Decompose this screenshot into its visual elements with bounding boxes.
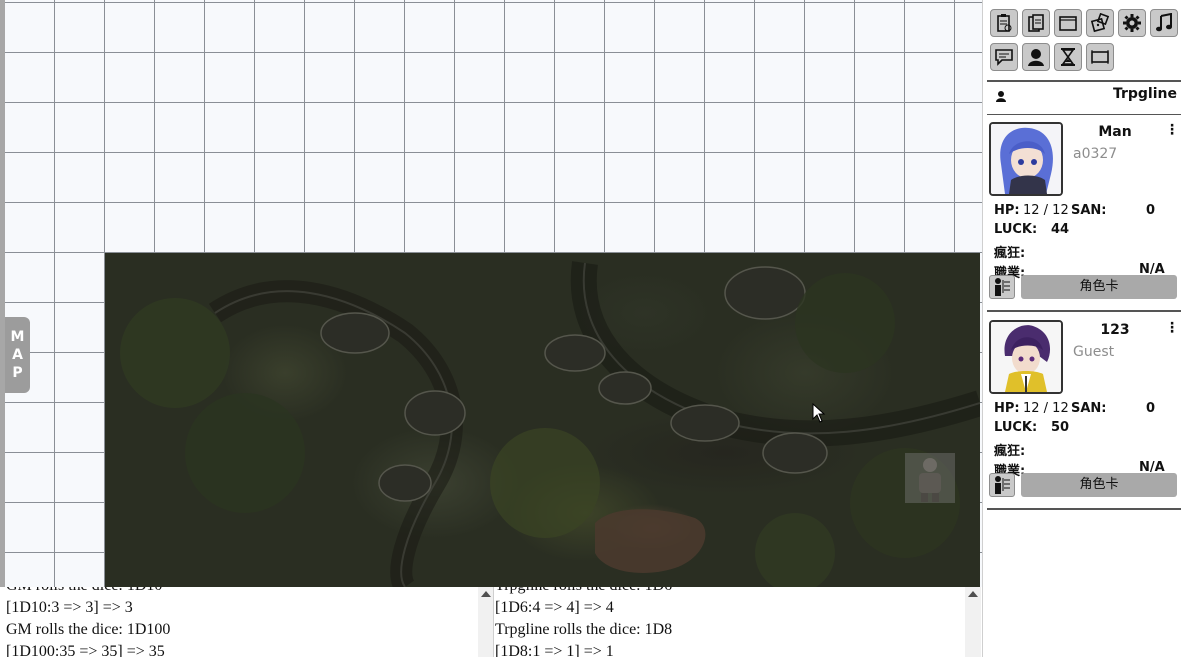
side-panel: Trpgline Man ⋮ a0327 HP: 12 / 12 SAN: 0 … — [982, 0, 1182, 657]
map-toggle-letter: A — [12, 347, 23, 363]
screen-icon — [1091, 50, 1109, 64]
hourglass-icon — [1061, 48, 1075, 66]
chat-scrollbar[interactable] — [965, 587, 981, 657]
avatar-blue-hair — [991, 124, 1061, 194]
player-token[interactable] — [905, 453, 955, 503]
settings-icon — [1123, 14, 1141, 32]
box-button[interactable] — [1054, 9, 1082, 37]
user-icon — [996, 91, 1006, 102]
card-divider — [987, 508, 1181, 510]
character-name: Man — [1098, 124, 1132, 140]
madness-label: 瘋狂: — [994, 444, 1026, 459]
hp-label: HP: — [994, 401, 1020, 416]
san-label: SAN: — [1071, 401, 1107, 416]
chat-divider — [493, 587, 494, 657]
character-portrait[interactable] — [989, 122, 1063, 196]
chat-line: [1D6:4 => 4] => 4 — [495, 599, 614, 616]
dice-icon — [1090, 13, 1110, 33]
san-value: 0 — [1146, 401, 1156, 416]
character-sheet-button[interactable]: 角色卡 — [1021, 473, 1177, 497]
timer-button[interactable] — [1054, 43, 1082, 71]
chat-line: GM rolls the dice: 1D100 — [6, 621, 171, 638]
character-detail-icon — [995, 278, 1010, 296]
character-detail-button[interactable] — [989, 473, 1015, 497]
map-edge — [0, 0, 5, 587]
player-chat-log[interactable]: Trpgline rolls the dice: 1D6 [1D6:4 => 4… — [495, 587, 965, 657]
mouse-cursor-icon — [812, 403, 826, 423]
avatar-purple-hair — [991, 322, 1061, 392]
chat-line: [1D10:3 => 3] => 3 — [6, 599, 133, 616]
token-figure-icon — [919, 458, 941, 502]
hp-value: 12 / 12 — [1023, 401, 1069, 416]
character-name: 123 — [1100, 322, 1130, 338]
scenario-notes-button[interactable] — [990, 9, 1018, 37]
chat-button[interactable] — [990, 43, 1018, 71]
madness-label: 瘋狂: — [994, 246, 1026, 261]
character-sheet-button[interactable]: 角色卡 — [1021, 275, 1177, 299]
row-divider — [987, 114, 1181, 115]
user-name: Trpgline — [1112, 86, 1177, 102]
map-toggle-tab[interactable]: M A P — [5, 317, 30, 393]
user-row: Trpgline — [987, 82, 1181, 114]
character-button[interactable] — [1022, 43, 1050, 71]
music-button[interactable] — [1150, 9, 1178, 37]
documents-button[interactable] — [1022, 9, 1050, 37]
luck-value: 44 — [1051, 222, 1070, 237]
screen-button[interactable] — [1086, 43, 1114, 71]
san-label: SAN: — [1071, 203, 1107, 218]
luck-label: LUCK: — [994, 222, 1038, 237]
character-card: Man ⋮ a0327 HP: 12 / 12 SAN: 0 LUCK: 44 … — [987, 118, 1181, 314]
character-card: 123 ⋮ Guest HP: 12 / 12 SAN: 0 LUCK: 50 … — [987, 316, 1181, 512]
more-options-icon[interactable]: ⋮ — [1165, 122, 1179, 138]
documents-icon — [1028, 14, 1044, 32]
san-value: 0 — [1146, 203, 1156, 218]
player-name: Guest — [1073, 344, 1115, 360]
chat-line: [1D8:1 => 1] => 1 — [495, 643, 614, 657]
forest-map-image[interactable] — [105, 253, 980, 587]
settings-button[interactable] — [1118, 9, 1146, 37]
hp-label: HP: — [994, 203, 1020, 218]
chat-scrollbar[interactable] — [478, 587, 494, 657]
character-detail-icon — [995, 476, 1010, 494]
scenario-notes-icon — [997, 14, 1012, 32]
chat-line: Trpgline rolls the dice: 1D8 — [495, 621, 673, 638]
scroll-up-icon[interactable] — [968, 591, 978, 597]
map-toggle-letter: P — [12, 365, 23, 381]
player-name: a0327 — [1073, 146, 1118, 162]
dice-button[interactable] — [1086, 9, 1114, 37]
chat-line: GM rolls the dice: 1D10 — [6, 587, 482, 597]
luck-label: LUCK: — [994, 420, 1038, 435]
map-canvas[interactable]: M A P — [0, 0, 982, 587]
map-toggle-letter: M — [10, 329, 25, 345]
chat-icon — [995, 49, 1013, 66]
character-icon — [1028, 49, 1044, 66]
scroll-up-icon[interactable] — [481, 591, 491, 597]
hp-value: 12 / 12 — [1023, 203, 1069, 218]
more-options-icon[interactable]: ⋮ — [1165, 320, 1179, 336]
character-detail-button[interactable] — [989, 275, 1015, 299]
box-icon — [1059, 16, 1077, 31]
character-portrait[interactable] — [989, 320, 1063, 394]
chat-line: [1D100:35 => 35] => 35 — [6, 643, 165, 657]
map-terrain — [120, 261, 980, 587]
luck-value: 50 — [1051, 420, 1070, 435]
chat-line: Trpgline rolls the dice: 1D6 — [495, 587, 965, 597]
music-icon — [1156, 13, 1172, 32]
gm-chat-log[interactable]: GM rolls the dice: 1D10 [1D10:3 => 3] =>… — [6, 587, 482, 657]
card-divider — [987, 310, 1181, 312]
